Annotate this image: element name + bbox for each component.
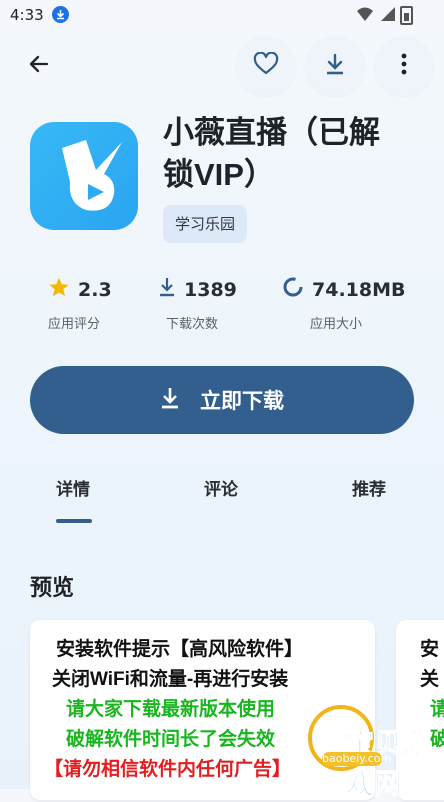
- more-vert-icon: [401, 53, 407, 79]
- download-icon: [160, 386, 180, 415]
- preview-title: 预览: [30, 576, 75, 601]
- shot2-line2: 关: [420, 669, 440, 690]
- category-chip[interactable]: 学习乐园: [163, 205, 248, 243]
- shot1-line4: 破解软件时间长了会失效: [66, 729, 276, 750]
- shot1-line3: 请大家下载最新版本使用: [66, 699, 276, 720]
- rating-value: 2.3: [78, 278, 112, 301]
- back-button[interactable]: [9, 36, 69, 96]
- size-label: 应用大小: [310, 317, 363, 332]
- tab-bar: 详情 评论 推荐: [0, 475, 444, 525]
- shot1-line2: 关闭WiFi和流量-再进行安装: [52, 669, 289, 690]
- downloads-value: 1389: [184, 278, 237, 301]
- shot1-line5: 【请勿相信软件内任何广告】: [44, 759, 292, 780]
- battery-icon: [400, 6, 413, 25]
- download-notification-icon: [52, 6, 69, 23]
- top-download-button[interactable]: [305, 36, 365, 96]
- stat-size: 74.18MB 应用大小: [282, 276, 406, 336]
- app-title-line2: 锁VIP）: [163, 157, 275, 192]
- favorite-button[interactable]: [236, 36, 296, 96]
- size-value: 74.18MB: [312, 278, 406, 301]
- app-title-line1: 小薇直播（已解: [163, 115, 380, 150]
- app-title: 小薇直播（已解 锁VIP）: [163, 112, 433, 196]
- download-now-label: 立即下载: [200, 389, 284, 413]
- rating-label: 应用评分: [48, 317, 101, 332]
- wifi-icon: [356, 6, 374, 26]
- shot2-line3: 请: [430, 699, 444, 720]
- stat-downloads: 1389 下载次数: [158, 276, 237, 336]
- star-icon: [48, 276, 70, 303]
- active-tab-indicator: [56, 519, 92, 523]
- more-options-button[interactable]: [374, 36, 434, 96]
- download-icon: [324, 52, 346, 80]
- status-time: 4:33: [10, 6, 44, 24]
- heart-icon: [253, 51, 279, 80]
- tab-comments[interactable]: 评论: [204, 475, 238, 500]
- signal-icon: [380, 6, 396, 26]
- status-bar: 4:33: [0, 0, 444, 30]
- downloads-label: 下载次数: [166, 317, 219, 332]
- shot1-line1: 安装软件提示【高风险软件】: [56, 639, 304, 660]
- shot2-line1: 安: [420, 639, 440, 660]
- app-icon: [30, 122, 138, 230]
- download-count-icon: [158, 276, 176, 303]
- back-arrow-icon: [27, 52, 51, 80]
- watermark-url: baobeiy.com: [322, 752, 392, 766]
- stat-rating: 2.3 应用评分: [48, 276, 112, 336]
- tab-details[interactable]: 详情: [56, 475, 90, 500]
- tab-recommend[interactable]: 推荐: [352, 475, 386, 500]
- download-now-button[interactable]: 立即下载: [30, 366, 414, 434]
- size-ring-icon: [282, 276, 304, 303]
